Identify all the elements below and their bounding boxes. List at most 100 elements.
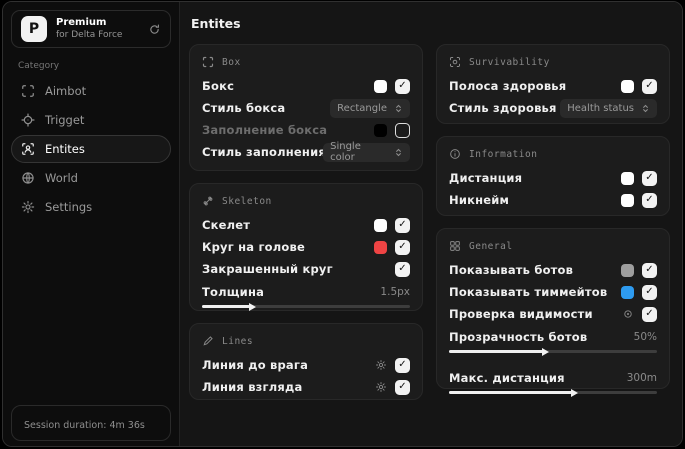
sidebar-item-aimbot[interactable]: Aimbot	[11, 77, 171, 105]
slider-value: 50%	[633, 330, 657, 343]
app-logo: P	[21, 16, 47, 42]
slider[interactable]	[449, 347, 657, 356]
card-title: Skeleton	[222, 195, 272, 207]
session-duration-box: Session duration: 4m 36s	[11, 405, 171, 441]
slider[interactable]	[449, 388, 657, 397]
check-icon: ✓	[398, 263, 407, 274]
checkbox[interactable]: ✓	[642, 284, 657, 300]
sidebar-item-label: Trigget	[45, 113, 85, 127]
globe-icon	[21, 171, 35, 185]
checkbox[interactable]: ✓	[395, 217, 410, 233]
checkbox[interactable]: ✓	[642, 192, 657, 208]
setting-row: Линия до врага ✓	[202, 354, 410, 376]
color-swatch[interactable]	[374, 79, 387, 93]
checkbox[interactable]: ✓	[395, 379, 410, 395]
check-icon: ✓	[645, 286, 654, 297]
color-swatch[interactable]	[374, 123, 387, 137]
setting-row: Дистанция ✓	[449, 167, 657, 189]
chevron-up-down-icon	[394, 104, 403, 113]
dropdown-value: Health status	[567, 102, 634, 114]
box-style-dropdown[interactable]: Rectangle	[330, 98, 410, 118]
setting-row: Стиль заполнения Single color	[202, 141, 410, 163]
page-title: Entites	[191, 16, 241, 31]
setting-label: Полоса здоровья	[449, 79, 567, 93]
pencil-line-icon	[202, 335, 214, 347]
check-icon: ✓	[398, 219, 407, 230]
brand-title: Premium	[56, 17, 107, 29]
sidebar-item-trigget[interactable]: Trigget	[11, 106, 171, 134]
setting-row: Проверка видимости ✓	[449, 303, 657, 325]
sync-icon[interactable]	[148, 23, 161, 36]
color-swatch[interactable]	[621, 263, 634, 277]
card-title: Survivability	[469, 56, 550, 68]
checkbox[interactable]: ✓	[395, 239, 410, 255]
color-swatch[interactable]	[621, 285, 634, 299]
setting-row: Стиль здоровья Health status	[449, 97, 657, 119]
line-settings-gear-icon[interactable]	[375, 381, 387, 393]
slider-thumb[interactable]	[570, 388, 578, 397]
checkbox[interactable]: ✓	[642, 170, 657, 186]
thickness-slider-setting: Толщина 1.5px	[202, 282, 410, 311]
card-information: Information Дистанция ✓ Никнейм ✓	[436, 136, 670, 216]
slider-thumb[interactable]	[248, 302, 256, 311]
health-style-dropdown[interactable]: Health status	[560, 98, 657, 118]
card-box: Box Бокс ✓ Стиль бокса Rectangle Заполне…	[189, 44, 423, 171]
box-viewfinder-icon	[202, 56, 214, 68]
info-icon	[449, 148, 461, 160]
setting-label: Заполнение бокса	[202, 123, 328, 137]
setting-label: Показывать ботов	[449, 263, 574, 277]
slider[interactable]	[202, 302, 410, 311]
setting-label: Стиль заполнения	[202, 145, 324, 159]
sidebar-item-entites[interactable]: Entites	[11, 135, 171, 163]
setting-label: Круг на голове	[202, 240, 305, 254]
checkbox[interactable]: ✓	[642, 262, 657, 278]
fill-style-dropdown[interactable]: Single color	[323, 141, 410, 163]
slider-value: 300m	[626, 371, 657, 384]
card-skeleton: Skeleton Скелет ✓ Круг на голове ✓ Закра…	[189, 183, 423, 311]
sidebar-item-world[interactable]: World	[11, 164, 171, 192]
dropdown-value: Rectangle	[337, 102, 387, 114]
color-swatch[interactable]	[374, 240, 387, 254]
bone-icon	[202, 195, 214, 207]
dropdown-value: Single color	[330, 141, 361, 163]
checkbox[interactable]: ✓	[395, 122, 410, 138]
setting-row: Полоса здоровья ✓	[449, 75, 657, 97]
sidebar: P Premium for Delta Force Category Aimbo…	[3, 2, 180, 446]
color-swatch[interactable]	[621, 79, 634, 93]
check-icon: ✓	[398, 381, 407, 392]
setting-row: Скелет ✓	[202, 214, 410, 236]
sidebar-item-label: Settings	[45, 200, 93, 214]
color-swatch[interactable]	[374, 218, 387, 232]
setting-row: Стиль бокса Rectangle	[202, 97, 410, 119]
slider-thumb[interactable]	[541, 347, 549, 356]
card-title: Lines	[222, 335, 254, 347]
setting-label: Линия до врага	[202, 358, 309, 372]
check-icon: ✓	[645, 172, 654, 183]
setting-label: Показывать тиммейтов	[449, 285, 608, 299]
checkbox[interactable]: ✓	[395, 261, 410, 277]
checkbox[interactable]: ✓	[395, 357, 410, 373]
checkbox[interactable]: ✓	[642, 78, 657, 94]
setting-label: Стиль здоровья	[449, 101, 557, 115]
card-title: Information	[469, 148, 538, 160]
setting-label: Линия взгляда	[202, 380, 303, 394]
setting-label: Дистанция	[449, 171, 523, 185]
check-icon: ✓	[398, 80, 407, 91]
check-icon: ✓	[645, 80, 654, 91]
max-distance-slider-setting: Макс. дистанция 300m	[449, 368, 657, 397]
crosshair-icon	[21, 113, 35, 127]
check-icon: ✓	[398, 241, 407, 252]
setting-row: Круг на голове ✓	[202, 236, 410, 258]
sidebar-item-settings[interactable]: Settings	[11, 193, 171, 221]
setting-label: Прозрачность ботов	[449, 329, 588, 344]
line-settings-gear-icon[interactable]	[375, 359, 387, 371]
color-swatch[interactable]	[621, 171, 634, 185]
color-swatch[interactable]	[621, 193, 634, 207]
visibility-check-icon[interactable]	[622, 308, 634, 320]
checkbox[interactable]: ✓	[395, 78, 410, 94]
checkbox[interactable]: ✓	[642, 306, 657, 322]
check-icon: ✓	[645, 308, 654, 319]
card-general: General Показывать ботов ✓ Показывать ти…	[436, 228, 670, 397]
card-survivability: Survivability Полоса здоровья ✓ Стиль зд…	[436, 44, 670, 124]
session-duration-text: Session duration: 4m 36s	[24, 420, 145, 431]
